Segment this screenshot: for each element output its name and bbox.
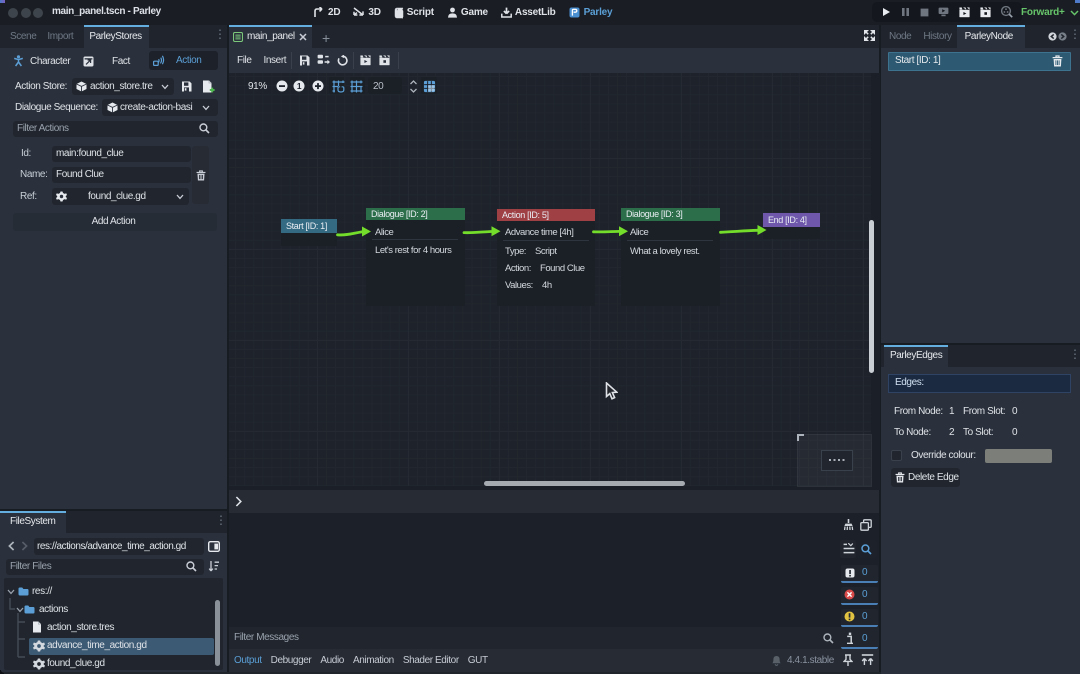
- svg-text:1: 1: [297, 81, 302, 91]
